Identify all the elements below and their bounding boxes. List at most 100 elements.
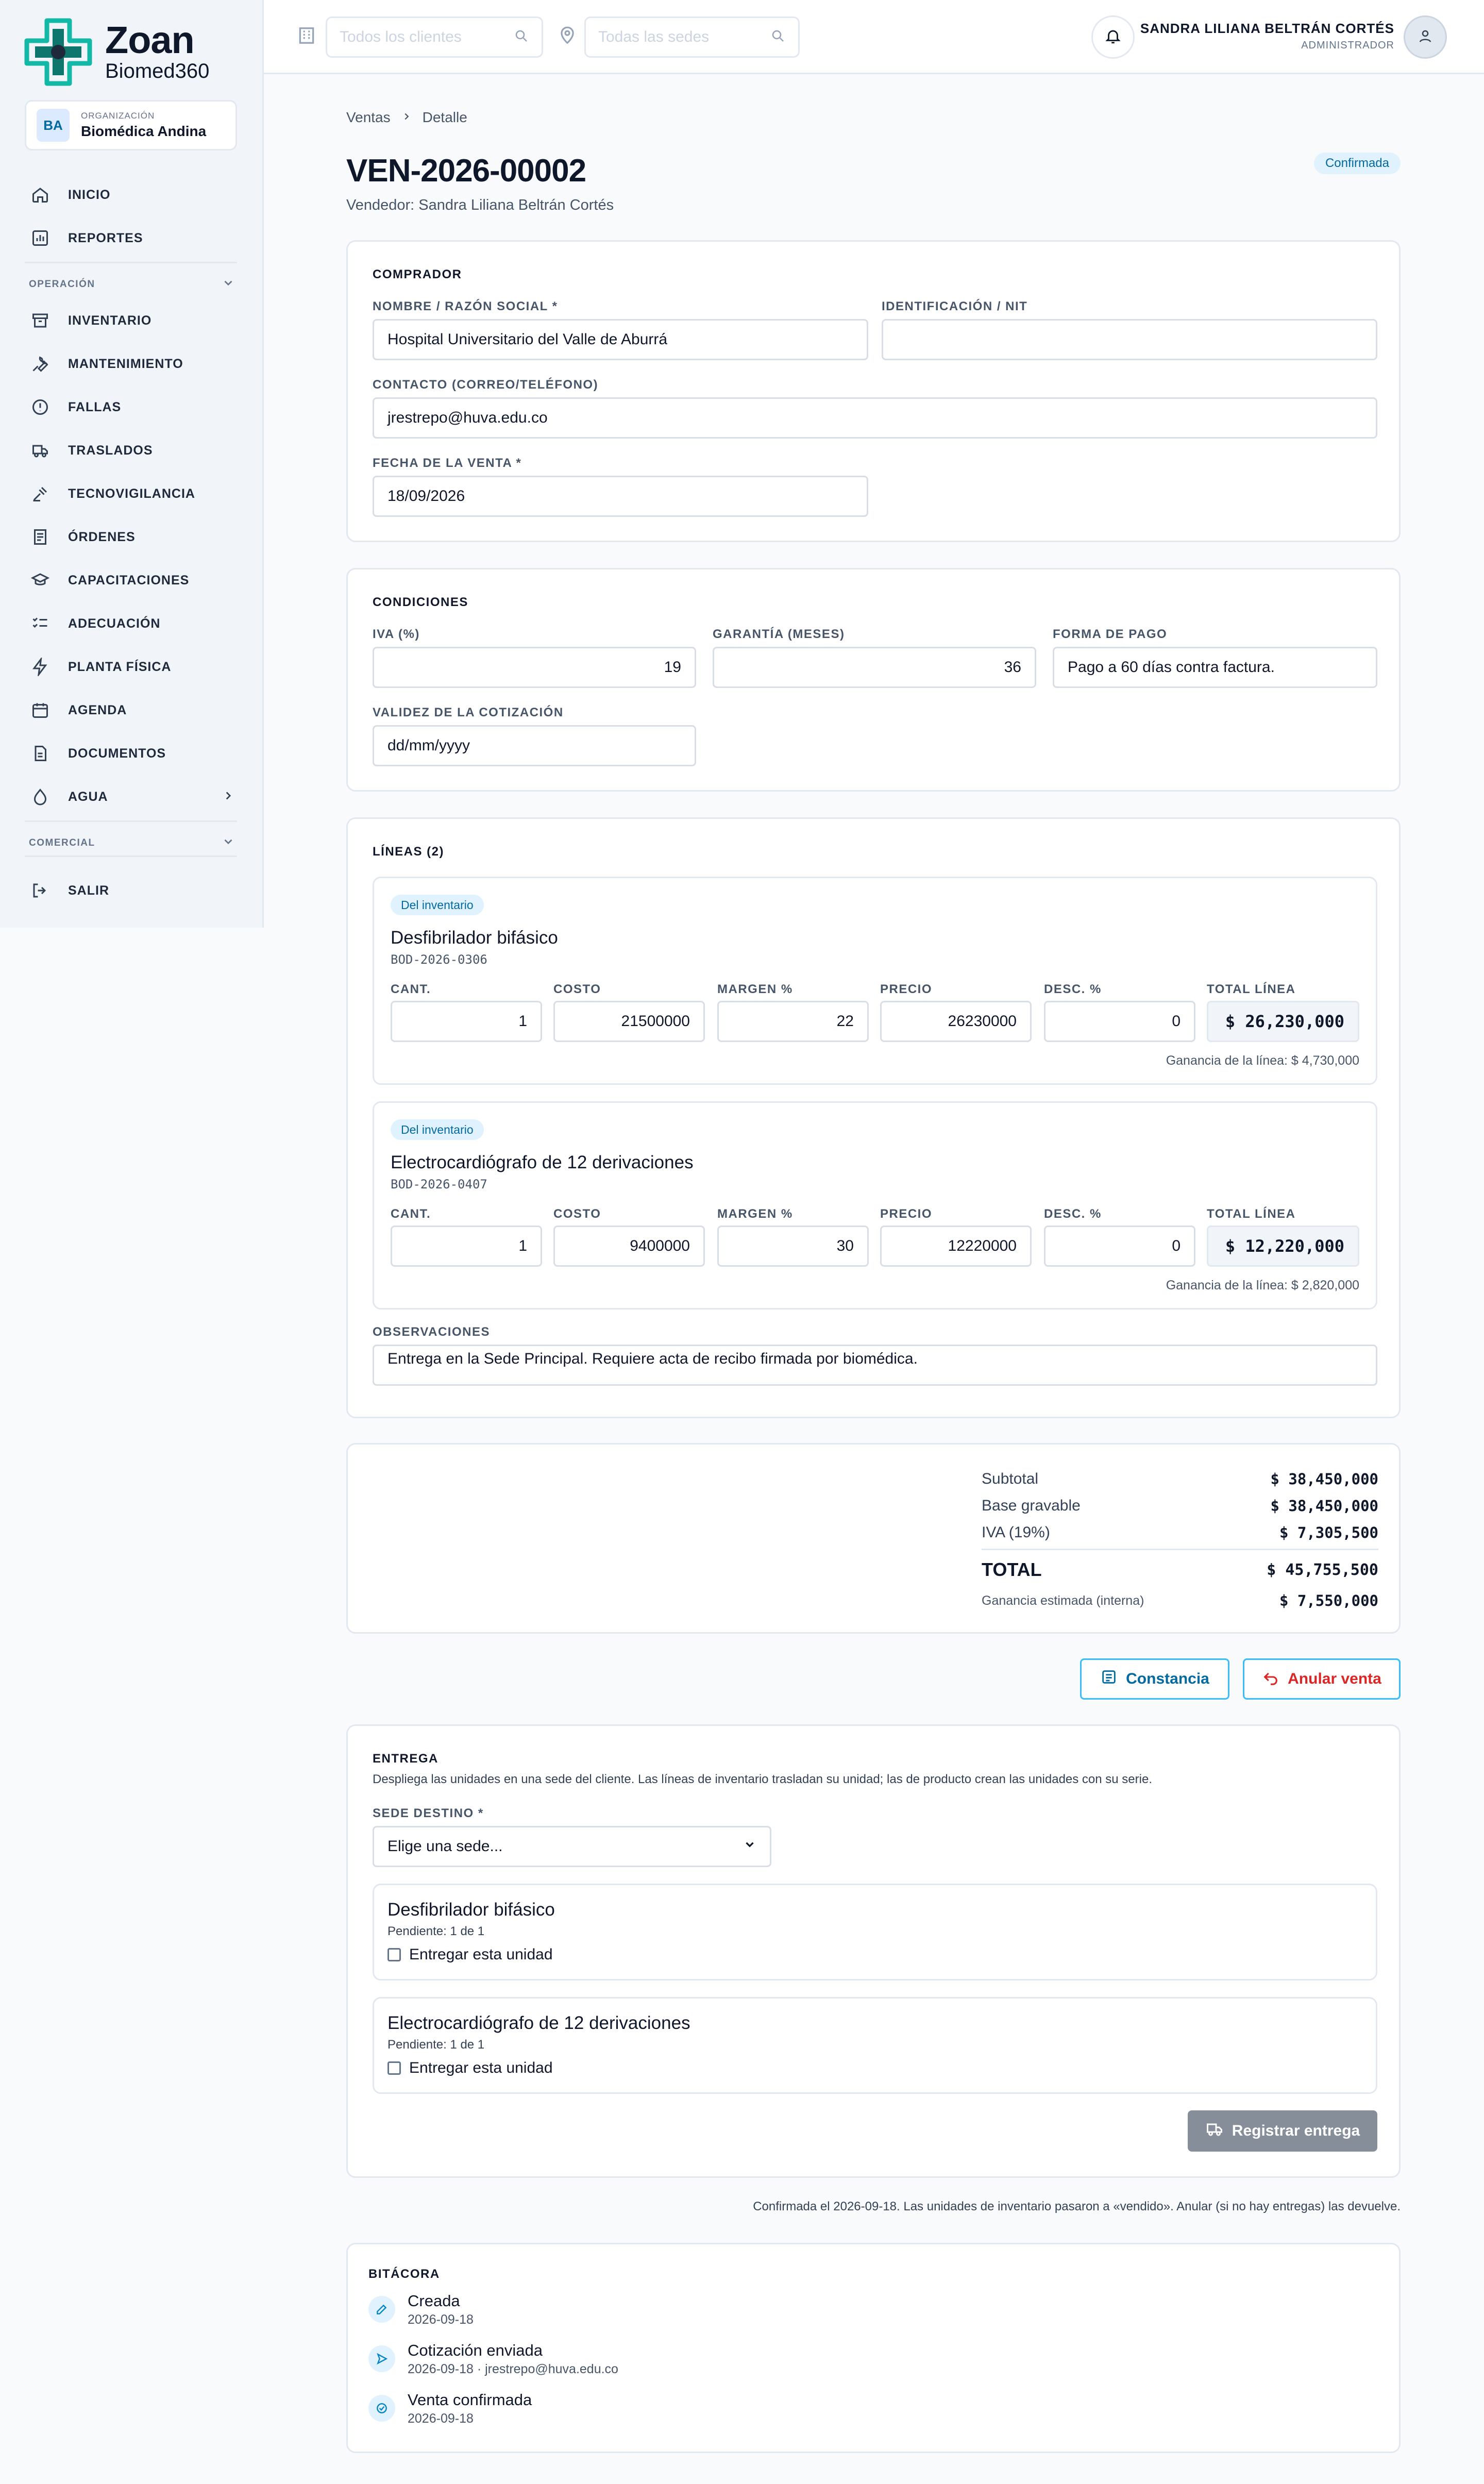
top-bar: Todos los clientes Todas las sedes SANDR… xyxy=(264,0,1484,74)
notifications-button[interactable] xyxy=(1091,15,1135,59)
clients-filter[interactable]: Todos los clientes xyxy=(326,16,543,58)
nav-label: INICIO xyxy=(68,187,111,202)
search-icon xyxy=(514,28,529,46)
register-delivery-button[interactable]: Registrar entrega xyxy=(1188,2110,1377,2152)
nav-label: PLANTA FÍSICA xyxy=(68,659,172,674)
app-logo[interactable]: Zoan Biomed360 xyxy=(24,18,209,87)
line-product-code: BOD-2026-0407 xyxy=(391,1177,487,1191)
log-entry: Venta confirmada 2026-09-18 xyxy=(368,2391,532,2426)
chevron-right-icon xyxy=(222,789,235,805)
logo-cross-icon xyxy=(24,18,92,86)
deliver-unit-checkbox[interactable]: Entregar esta unidad xyxy=(387,1946,553,1963)
delivery-item-name: Electrocardiógrafo de 12 derivaciones xyxy=(387,2013,690,2033)
nav-item-fallas[interactable]: FALLAS xyxy=(29,392,235,423)
buyer-title: COMPRADOR xyxy=(373,267,462,281)
lines-card: LÍNEAS (2) Del inventario Desfibrilador … xyxy=(346,817,1401,1418)
nav-item-adecuacion[interactable]: ADECUACIÓN xyxy=(29,608,235,639)
chevron-down-icon xyxy=(743,1838,756,1855)
price-input[interactable]: 12220000 xyxy=(880,1226,1032,1267)
site-label: SEDE DESTINO * xyxy=(373,1806,484,1820)
line-profit: Ganancia de la línea: $ 2,820,000 xyxy=(1166,1278,1359,1293)
clients-filter-placeholder: Todos los clientes xyxy=(340,28,462,45)
sale-date-input[interactable]: 18/09/2026 xyxy=(373,476,868,517)
buyer-id-input[interactable] xyxy=(882,319,1377,360)
nav-item-agua[interactable]: AGUA xyxy=(29,781,235,812)
warranty-input[interactable]: 36 xyxy=(713,647,1036,688)
qty-input[interactable]: 1 xyxy=(391,1001,542,1042)
iva-row: IVA (19%) $ 7,305,500 xyxy=(982,1524,1378,1550)
log-entry-title: Cotización enviada xyxy=(408,2341,543,2359)
log-entry-date: 2026-09-18 xyxy=(408,2312,474,2327)
chevron-down-icon xyxy=(222,276,235,293)
nav-item-ordenes[interactable]: ÓRDENES xyxy=(29,522,235,552)
nav-item-mantenimiento[interactable]: MANTENIMIENTO xyxy=(29,348,235,379)
buyer-name-label: NOMBRE / RAZÓN SOCIAL * xyxy=(373,299,558,313)
buyer-contact-input[interactable]: jrestrepo@huva.edu.co xyxy=(373,397,1377,439)
discount-input[interactable]: 0 xyxy=(1044,1001,1195,1042)
validity-label: VALIDEZ DE LA COTIZACIÓN xyxy=(373,706,564,719)
validity-input[interactable]: dd/mm/yyyy xyxy=(373,725,696,766)
margin-input[interactable]: 22 xyxy=(717,1001,869,1042)
log-entry: Creada 2026-09-18 xyxy=(368,2292,474,2327)
margin-input[interactable]: 30 xyxy=(717,1226,869,1267)
nav-item-capacitaciones[interactable]: CAPACITACIONES xyxy=(29,565,235,596)
line-product-name: Electrocardiógrafo de 12 derivaciones xyxy=(391,1152,694,1172)
site-select[interactable]: Elige una sede... xyxy=(373,1826,771,1867)
nav-item-inventario[interactable]: INVENTARIO xyxy=(29,305,235,336)
cost-input[interactable]: 9400000 xyxy=(553,1226,705,1267)
nav-section-operacion[interactable]: OPERACIÓN xyxy=(29,276,235,293)
breadcrumb-current: Detalle xyxy=(422,109,467,125)
nav-item-reportes[interactable]: REPORTES xyxy=(29,223,235,254)
checkbox[interactable] xyxy=(387,2061,401,2075)
avatar[interactable] xyxy=(1404,15,1447,59)
nav-item-salir[interactable]: SALIR xyxy=(29,875,235,906)
org-name: Biomédica Andina xyxy=(81,123,207,139)
sites-filter[interactable]: Todas las sedes xyxy=(584,16,800,58)
bell-icon xyxy=(1104,27,1122,47)
confirmation-note: Confirmada el 2026-09-18. Las unidades d… xyxy=(753,2200,1401,2213)
payment-input[interactable]: Pago a 60 días contra factura. xyxy=(1053,647,1377,688)
line-total-label: TOTAL LÍNEA xyxy=(1207,982,1296,996)
nav-item-agenda[interactable]: AGENDA xyxy=(29,695,235,726)
check-circle-icon xyxy=(368,2395,395,2422)
nav-item-documentos[interactable]: DOCUMENTOS xyxy=(29,738,235,769)
building-icon xyxy=(297,26,316,48)
organization-selector[interactable]: BA ORGANIZACIÓN Biomédica Andina xyxy=(25,100,237,150)
nav-section-comercial[interactable]: COMERCIAL xyxy=(29,835,235,851)
checkbox[interactable] xyxy=(387,1948,401,1961)
log-entry: Cotización enviada 2026-09-18 · jrestrep… xyxy=(368,2341,618,2377)
buyer-name-input[interactable]: Hospital Universitario del Valle de Abur… xyxy=(373,319,868,360)
line-source-badge: Del inventario xyxy=(391,1119,484,1140)
section-label: COMERCIAL xyxy=(29,837,95,848)
nav-item-inicio[interactable]: INICIO xyxy=(29,179,235,210)
droplet-icon xyxy=(29,785,52,808)
base-label: Base gravable xyxy=(982,1497,1081,1514)
cost-input[interactable]: 21500000 xyxy=(553,1001,705,1042)
deliver-unit-checkbox[interactable]: Entregar esta unidad xyxy=(387,2059,553,2077)
discount-input[interactable]: 0 xyxy=(1044,1226,1195,1267)
checklist-icon xyxy=(29,612,52,635)
line-total-value: $ 12,220,000 xyxy=(1207,1226,1359,1267)
observations-label: OBSERVACIONES xyxy=(373,1325,490,1339)
breadcrumb-ventas[interactable]: Ventas xyxy=(346,109,391,126)
buyer-id-label: IDENTIFICACIÓN / NIT xyxy=(882,299,1028,313)
vendor-text: Vendedor: Sandra Liliana Beltrán Cortés xyxy=(346,197,614,213)
site-select-value: Elige una sede... xyxy=(387,1838,503,1855)
iva-total-value: $ 7,305,500 xyxy=(1279,1524,1378,1541)
line-total-value: $ 26,230,000 xyxy=(1207,1001,1359,1042)
price-input[interactable]: 26230000 xyxy=(880,1001,1032,1042)
nav-item-traslados[interactable]: TRASLADOS xyxy=(29,435,235,466)
constancia-button[interactable]: Constancia xyxy=(1080,1658,1229,1700)
profit-row: Ganancia estimada (interna) $ 7,550,000 xyxy=(982,1592,1378,1609)
cost-label: COSTO xyxy=(553,1207,601,1221)
warranty-label: GARANTÍA (MESES) xyxy=(713,627,845,641)
anular-venta-button[interactable]: Anular venta xyxy=(1243,1658,1401,1700)
nav-item-tecnovigilancia[interactable]: TECNOVIGILANCIA xyxy=(29,478,235,509)
qty-input[interactable]: 1 xyxy=(391,1226,542,1267)
breadcrumb: Ventas Detalle xyxy=(346,109,467,126)
iva-input[interactable]: 19 xyxy=(373,647,696,688)
nav-item-planta-fisica[interactable]: PLANTA FÍSICA xyxy=(29,651,235,682)
observations-textarea[interactable]: Entrega en la Sede Principal. Requiere a… xyxy=(373,1345,1377,1386)
user-name: SANDRA LILIANA BELTRÁN CORTÉS xyxy=(1140,21,1394,36)
line-product-code: BOD-2026-0306 xyxy=(391,952,487,967)
